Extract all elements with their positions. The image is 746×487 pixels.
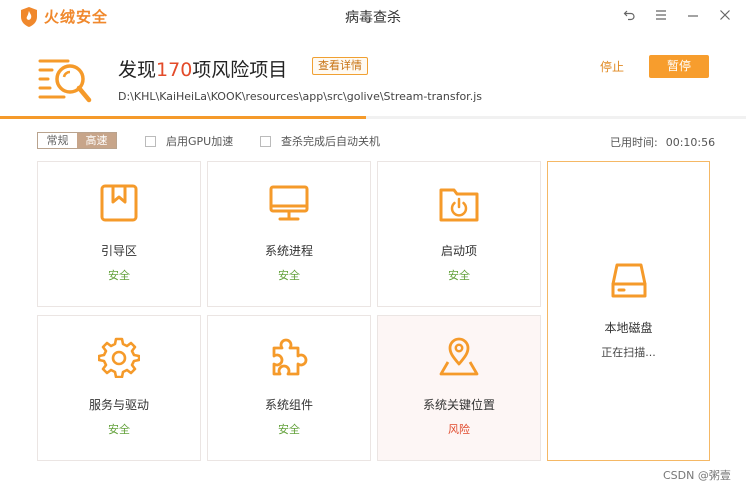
- scan-item-status: 安全: [448, 269, 470, 282]
- power-folder-icon: [439, 188, 479, 222]
- puzzle-icon: [272, 338, 308, 376]
- scan-item-label: 系统关键位置: [422, 398, 495, 412]
- hard-disk-icon: [611, 263, 646, 298]
- scan-progress-bar: [0, 116, 746, 119]
- auto-shutdown-label: 查杀完成后自动关机: [281, 135, 380, 148]
- scan-item-status: 安全: [278, 269, 300, 282]
- scan-item-label: 本地磁盘: [604, 321, 653, 335]
- close-button[interactable]: [716, 6, 734, 24]
- close-icon: [720, 10, 730, 20]
- elapsed-value: 00:10:56: [665, 136, 716, 149]
- scan-item-label: 系统进程: [264, 244, 313, 258]
- scan-item-startup[interactable]: 启动项 安全: [377, 161, 541, 307]
- scan-item-local-disk[interactable]: 本地磁盘 正在扫描...: [547, 161, 710, 461]
- scan-item-system-process[interactable]: 系统进程 安全: [207, 161, 371, 307]
- pause-button[interactable]: 暂停: [649, 55, 709, 78]
- gpu-acceleration-label: 启用GPU加速: [166, 135, 234, 148]
- current-scan-path: D:\KHL\KaiHeiLa\KOOK\resources\app\src\g…: [118, 90, 482, 103]
- watermark: CSDN @粥壹: [663, 469, 731, 482]
- stop-button[interactable]: 停止: [600, 58, 624, 75]
- scan-item-label: 启动项: [440, 244, 477, 258]
- speed-fast-option[interactable]: 高速: [77, 133, 116, 148]
- menu-icon: [656, 10, 666, 20]
- title-bar: 火绒安全 病毒查杀: [0, 0, 746, 32]
- elapsed-label: 已用时间:: [610, 136, 658, 149]
- scan-progress-fill: [0, 116, 366, 119]
- speed-normal-option[interactable]: 常规: [38, 133, 77, 148]
- gpu-acceleration-option[interactable]: 启用GPU加速: [145, 133, 233, 149]
- scan-item-critical-locations[interactable]: 系统关键位置 风险: [377, 315, 541, 461]
- bookmark-box-icon: [100, 184, 138, 222]
- scan-result-headline: 发现170项风险项目: [118, 55, 287, 82]
- back-button[interactable]: [620, 6, 638, 24]
- elapsed-time: 已用时间: 00:10:56: [610, 134, 715, 150]
- scan-item-label: 服务与驱动: [88, 398, 149, 412]
- menu-button[interactable]: [652, 6, 670, 24]
- scan-item-boot-sector[interactable]: 引导区 安全: [37, 161, 201, 307]
- gear-icon: [98, 337, 140, 378]
- scan-item-status: 风险: [448, 423, 470, 436]
- auto-shutdown-option[interactable]: 查杀完成后自动关机: [260, 133, 380, 149]
- risk-count: 170: [156, 59, 193, 81]
- map-pin-icon: [439, 337, 479, 376]
- scan-item-label: 系统组件: [264, 398, 313, 412]
- headline-suffix: 项风险项目: [192, 59, 288, 81]
- gpu-acceleration-checkbox[interactable]: [145, 135, 156, 147]
- view-details-button[interactable]: 查看详情: [312, 57, 368, 75]
- scan-item-services-drivers[interactable]: 服务与驱动 安全: [37, 315, 201, 461]
- scan-speed-toggle[interactable]: 常规 高速: [37, 132, 117, 149]
- scan-item-status: 安全: [278, 423, 300, 436]
- scan-item-system-components[interactable]: 系统组件 安全: [207, 315, 371, 461]
- minimize-button[interactable]: [684, 6, 702, 24]
- scan-item-status: 安全: [108, 423, 130, 436]
- monitor-icon: [269, 185, 309, 221]
- minimize-icon: [688, 15, 698, 17]
- scan-document-magnifier-icon: [38, 59, 92, 103]
- auto-shutdown-checkbox[interactable]: [260, 135, 271, 147]
- headline-prefix: 发现: [118, 59, 157, 81]
- undo-arrow-icon: [623, 10, 635, 21]
- scan-item-label: 引导区: [100, 244, 137, 258]
- scan-item-status: 正在扫描...: [601, 346, 656, 359]
- scan-item-status: 安全: [108, 269, 130, 282]
